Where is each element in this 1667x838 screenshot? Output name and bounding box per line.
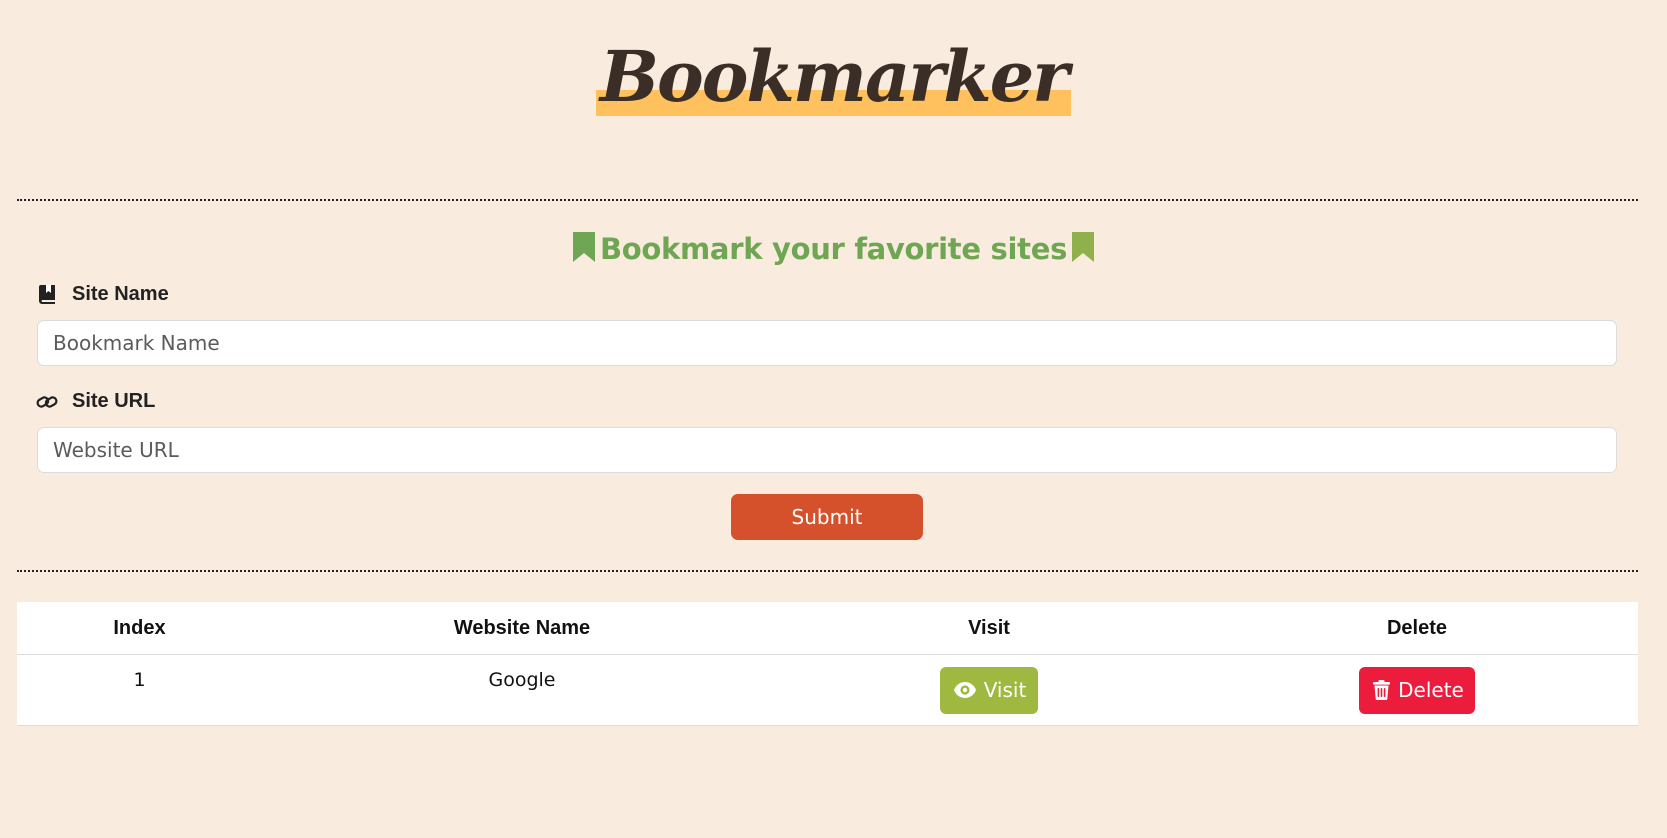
row-delete-cell: Delete xyxy=(1196,654,1638,726)
bookmark-icon xyxy=(1072,232,1095,269)
column-header-delete: Delete xyxy=(1196,602,1638,655)
visit-button-label: Visit xyxy=(983,678,1027,702)
table-header-row: Index Website Name Visit Delete xyxy=(17,602,1638,655)
delete-button-label: Delete xyxy=(1398,678,1464,702)
divider-top xyxy=(17,199,1638,201)
submit-button[interactable]: Submit xyxy=(731,494,923,540)
table-row: 1 Google Visit Delete xyxy=(17,654,1638,726)
row-website-name: Google xyxy=(262,654,782,726)
eye-icon xyxy=(953,682,976,698)
trash-icon xyxy=(1373,680,1391,700)
delete-button[interactable]: Delete xyxy=(1359,666,1475,714)
site-name-label-text: Site Name xyxy=(72,283,169,305)
header: Bookmarker xyxy=(0,42,1667,116)
bookmarks-table: Index Website Name Visit Delete 1 Google xyxy=(17,602,1638,726)
row-visit-cell: Visit xyxy=(782,654,1196,726)
form-title-text: Bookmark your favorite sites xyxy=(599,232,1068,266)
form-title: Bookmark your favorite sites xyxy=(0,232,1667,269)
divider-bottom xyxy=(17,570,1638,572)
site-url-label: Site URL xyxy=(36,390,155,413)
column-header-visit: Visit xyxy=(782,602,1196,655)
column-header-website-name: Website Name xyxy=(262,602,782,655)
brand-title: Bookmarker xyxy=(599,35,1069,118)
book-bookmark-icon xyxy=(36,284,58,306)
bookmark-icon xyxy=(572,232,595,269)
site-url-input[interactable] xyxy=(37,427,1617,473)
row-index: 1 xyxy=(17,654,262,726)
column-header-index: Index xyxy=(17,602,262,655)
site-name-input[interactable] xyxy=(37,320,1617,366)
brand-logo: Bookmarker xyxy=(595,42,1072,116)
site-url-label-text: Site URL xyxy=(72,390,156,412)
link-icon xyxy=(36,391,58,413)
visit-button[interactable]: Visit xyxy=(939,666,1039,714)
site-name-label: Site Name xyxy=(36,283,169,306)
